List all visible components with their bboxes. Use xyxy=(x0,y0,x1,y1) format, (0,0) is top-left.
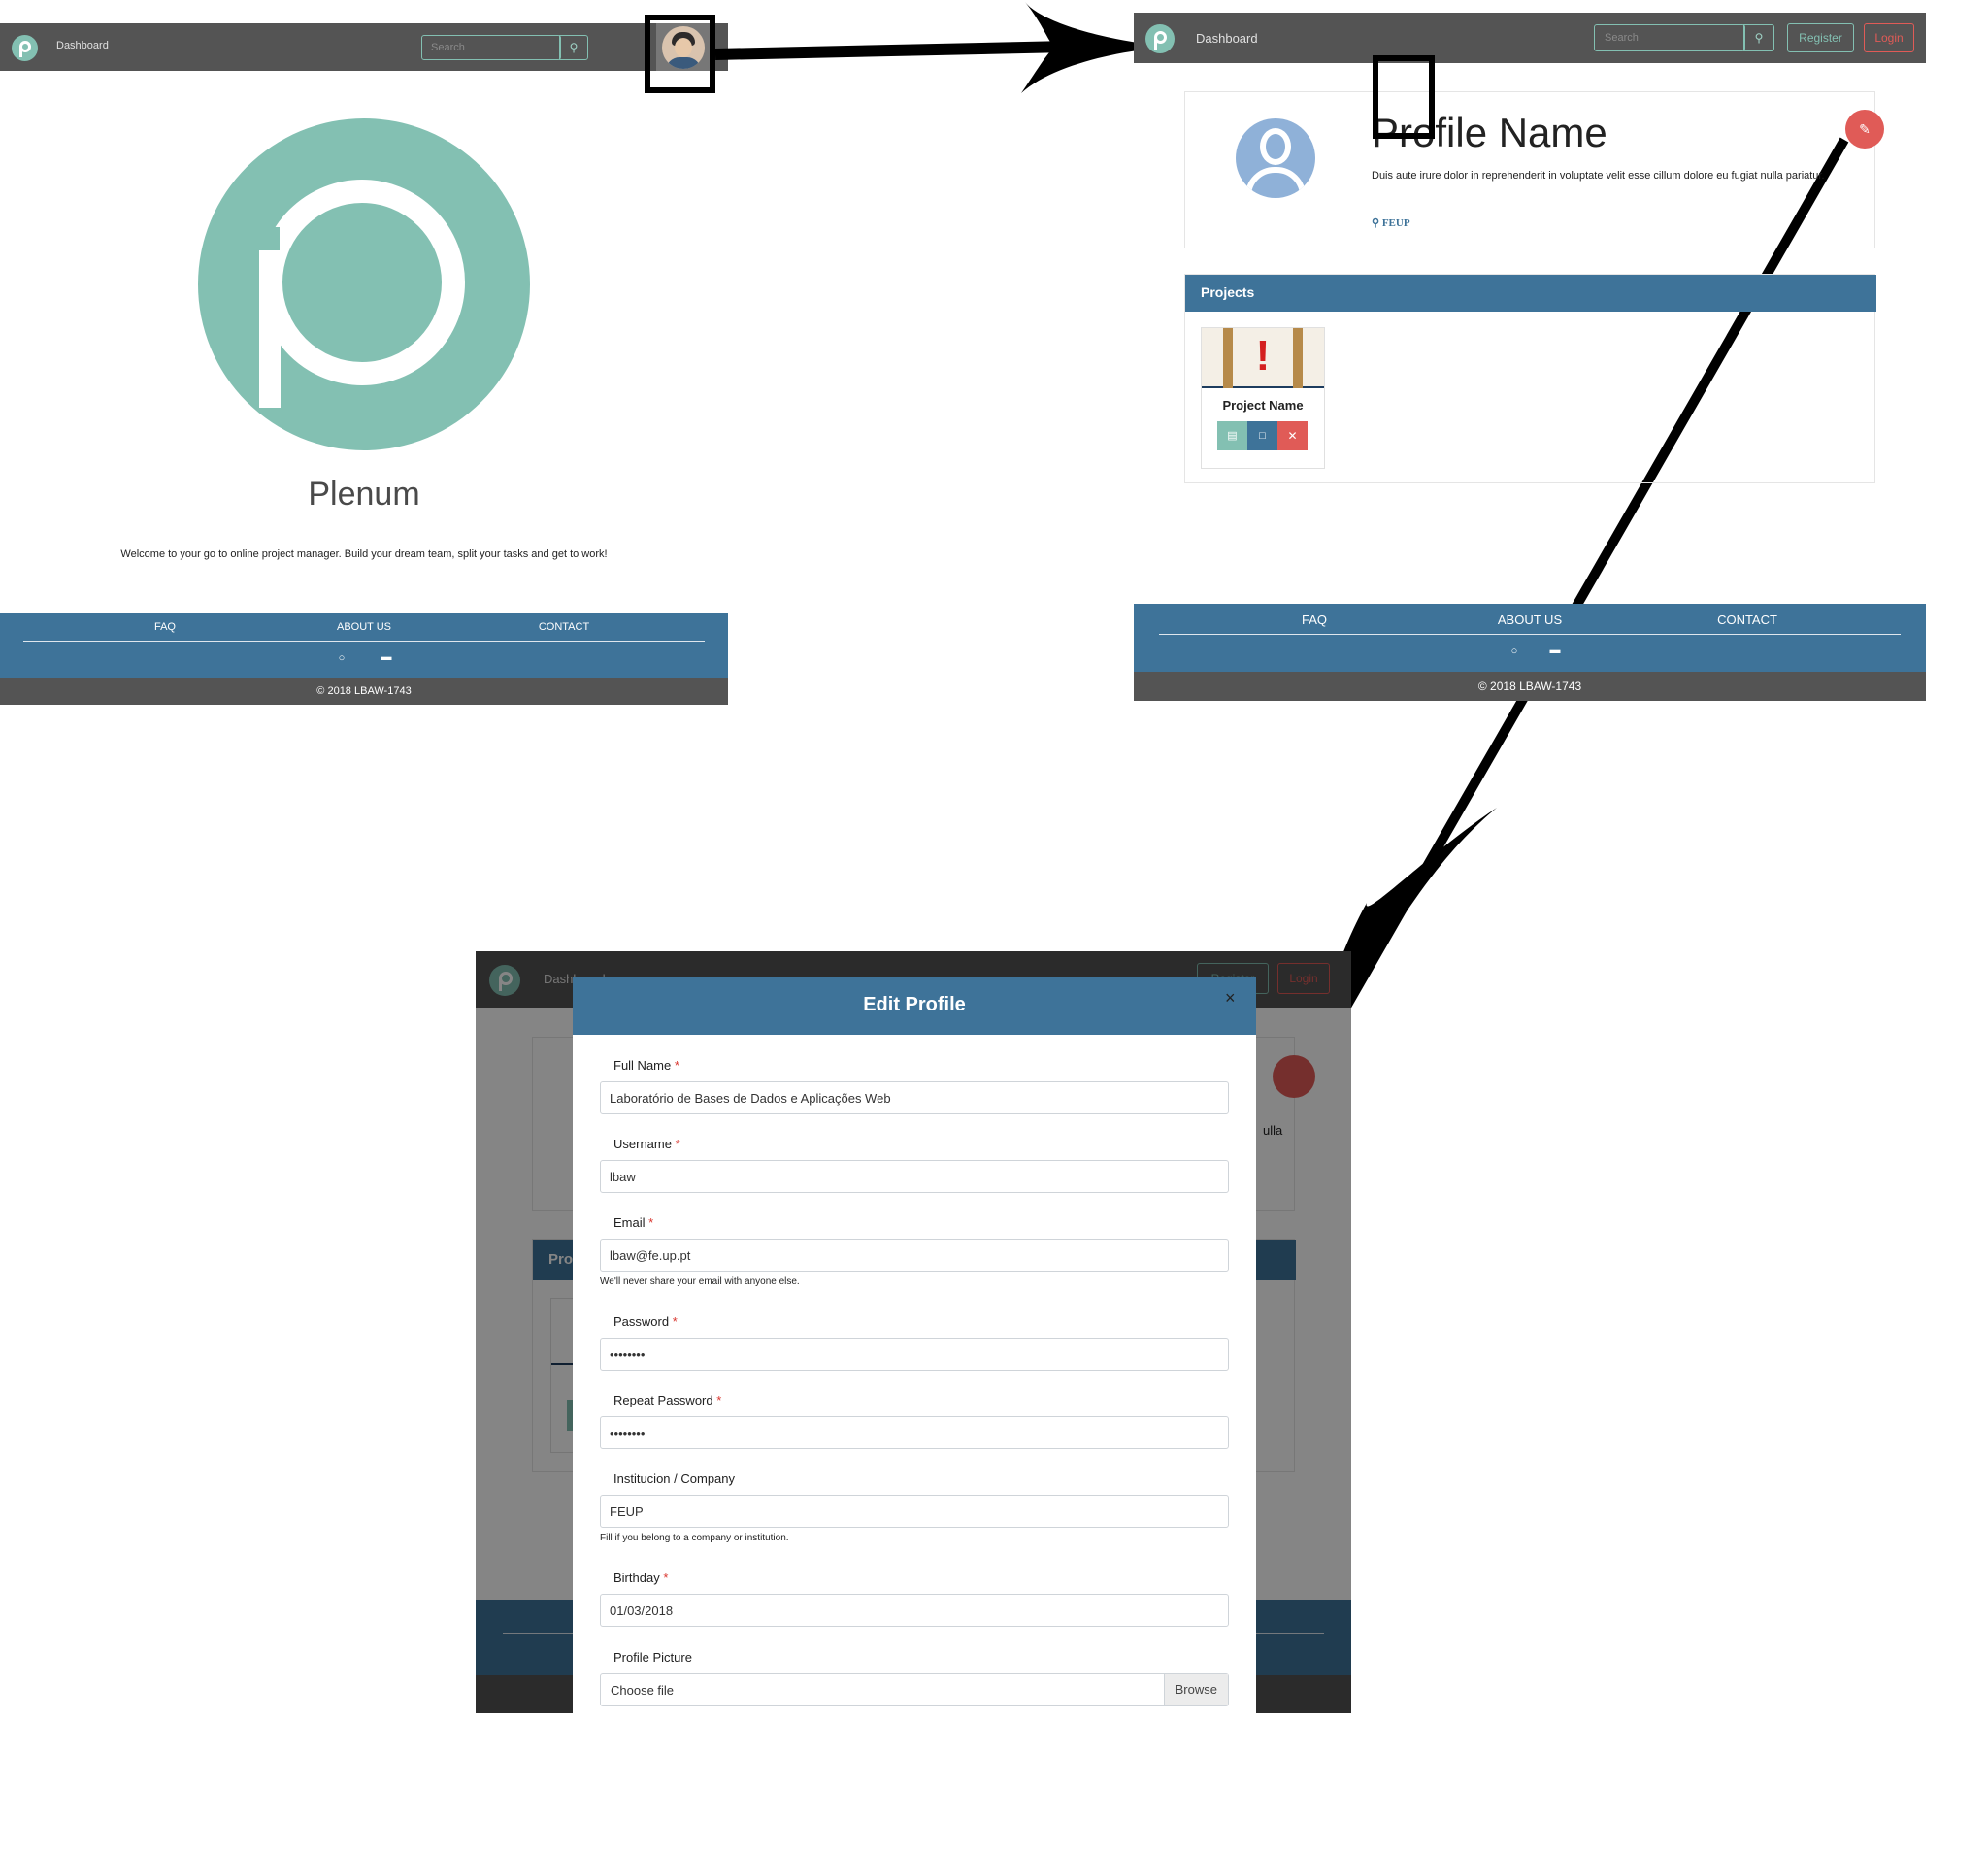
footer-faq-link[interactable]: FAQ xyxy=(1266,612,1363,627)
exclamation-icon: ! xyxy=(1255,332,1271,380)
profile-picture-label: Profile Picture xyxy=(613,1650,692,1665)
file-placeholder: Choose file xyxy=(611,1682,675,1698)
close-icon[interactable]: × xyxy=(1225,988,1236,1009)
chat-icon: □ xyxy=(1259,430,1266,442)
email-help-text: We'll never share your email with anyone… xyxy=(600,1276,800,1287)
company-label: Institucion / Company xyxy=(613,1472,736,1486)
project-thumbnail: ! xyxy=(1202,328,1324,388)
edit-button-highlight-box xyxy=(1373,55,1435,139)
birthday-label: Birthday * xyxy=(613,1571,669,1585)
password-input[interactable]: •••••••• xyxy=(600,1338,1229,1371)
search-icon: ⚲ xyxy=(1754,31,1764,45)
graduation-cap-icon[interactable]: ▬ xyxy=(1547,645,1563,656)
company-input[interactable]: FEUP xyxy=(600,1495,1229,1528)
search-input[interactable]: Search xyxy=(1594,24,1745,51)
edit-profile-button[interactable]: ✎ xyxy=(1845,110,1884,149)
projects-header: Projects xyxy=(1185,275,1876,312)
pencil-icon: ✎ xyxy=(1859,121,1871,137)
project-chat-button[interactable]: □ xyxy=(1247,421,1277,450)
footer-divider xyxy=(1159,634,1901,635)
profile-card: Profile Name Duis aute irure dolor in re… xyxy=(1184,91,1884,248)
email-input[interactable]: lbaw@fe.up.pt xyxy=(600,1239,1229,1272)
profile-avatar-icon xyxy=(1236,118,1315,198)
clipboard-icon: ▤ xyxy=(1227,430,1238,442)
tools-icon: ✕ xyxy=(1287,429,1298,443)
modal-header: Edit Profile × xyxy=(573,977,1256,1035)
screen-profile: Dashboard Search ⚲ Register Login Profil… xyxy=(1134,0,1926,709)
footer-contact-link[interactable]: CONTACT xyxy=(1699,612,1796,627)
screen-edit-profile: Dashboard Register Login ulla Pro Edit P… xyxy=(476,951,1351,1713)
full-name-label: Full Name * xyxy=(613,1058,679,1073)
company-help-text: Fill if you belong to a company or insti… xyxy=(600,1533,789,1543)
navbar: Dashboard Search ⚲ Register Login xyxy=(1134,13,1926,63)
login-button[interactable]: Login xyxy=(1864,23,1914,52)
project-open-button[interactable]: ▤ xyxy=(1217,421,1247,450)
repeat-password-input[interactable]: •••••••• xyxy=(600,1416,1229,1449)
username-input[interactable]: lbaw xyxy=(600,1160,1229,1193)
footer: FAQ ABOUT US CONTACT ○ ▬ xyxy=(1134,604,1926,672)
edit-profile-modal: Edit Profile × Full Name * Laboratório d… xyxy=(573,977,1256,1713)
browse-button[interactable]: Browse xyxy=(1163,1674,1228,1705)
password-label: Password * xyxy=(613,1314,678,1329)
plenum-logo-icon[interactable] xyxy=(1145,24,1175,53)
footer-about-link[interactable]: ABOUT US xyxy=(1481,612,1578,627)
project-settings-button[interactable]: ✕ xyxy=(1277,421,1308,450)
profile-bio: Duis aute irure dolor in reprehenderit i… xyxy=(1372,170,1825,182)
username-label: Username * xyxy=(613,1137,680,1151)
full-name-input[interactable]: Laboratório de Bases de Dados e Aplicaçõ… xyxy=(600,1081,1229,1114)
profile-picture-file-input[interactable]: Choose file Browse xyxy=(600,1673,1229,1706)
footer-copyright: © 2018 LBAW-1743 xyxy=(1134,672,1926,701)
location-pin-icon: ⚲ xyxy=(1372,217,1380,229)
register-button[interactable]: Register xyxy=(1787,23,1854,52)
email-label: Email * xyxy=(613,1215,654,1230)
birthday-input[interactable]: 01/03/2018 xyxy=(600,1594,1229,1627)
nav-dashboard-link[interactable]: Dashboard xyxy=(1196,31,1258,46)
project-name: Project Name xyxy=(1222,398,1304,413)
repeat-password-label: Repeat Password * xyxy=(613,1393,722,1407)
github-icon[interactable]: ○ xyxy=(1507,646,1522,657)
profile-location: ⚲ FEUP xyxy=(1372,217,1410,229)
projects-panel: Projects ! Project Name ▤ □ ✕ xyxy=(1184,274,1876,483)
search-button[interactable]: ⚲ xyxy=(1743,24,1774,51)
modal-title: Edit Profile xyxy=(863,994,966,1015)
project-card[interactable]: ! Project Name ▤ □ ✕ xyxy=(1201,327,1325,469)
